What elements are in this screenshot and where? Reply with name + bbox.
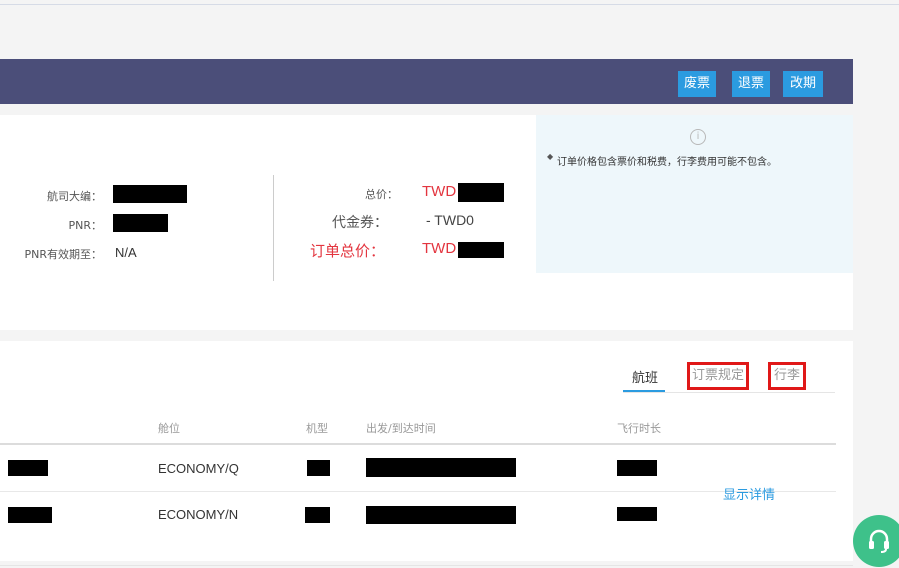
tab-baggage[interactable]: 行李 (768, 362, 807, 390)
column-header-aircraft: 机型 (306, 422, 328, 435)
price-notice-text: 订单价格包含票价和税费，行李费用可能不包含。 (557, 157, 777, 168)
tab-flight[interactable]: 航班 (632, 367, 658, 386)
duration-redacted (617, 460, 657, 476)
pnr-label: PNR： (68, 219, 102, 232)
table-header-divider (0, 443, 836, 445)
airline-pnr-value-redacted (113, 185, 187, 203)
info-divider (273, 175, 274, 281)
coupon-value: - TWD0 (426, 212, 474, 228)
pnr-value-redacted (113, 214, 168, 232)
row-divider (0, 491, 836, 492)
coupon-label: 代金券： (332, 215, 388, 231)
tabs-baseline (623, 392, 835, 393)
column-header-depart-arrive: 出发/到达时间 (366, 422, 436, 435)
column-header-duration: 飞行时长 (617, 422, 661, 435)
void-ticket-button[interactable]: 废票 (678, 71, 716, 97)
flight-number-redacted (8, 460, 48, 476)
tab-active-indicator (623, 390, 665, 392)
info-icon: i (690, 129, 706, 145)
times-redacted (366, 458, 516, 477)
airline-pnr-label: 航司大编： (47, 190, 102, 203)
top-divider (0, 4, 899, 5)
customer-support-button[interactable] (853, 515, 899, 567)
order-total-currency: TWD (422, 240, 457, 257)
aircraft-redacted (307, 460, 330, 476)
flight-number-redacted (8, 507, 52, 523)
total-price-currency: TWD (422, 183, 457, 200)
refund-ticket-button[interactable]: 退票 (732, 71, 770, 97)
pnr-expiry-label: PNR有效期至： (24, 248, 102, 261)
headset-icon (869, 529, 889, 553)
total-price-label: 总价： (365, 188, 398, 201)
panel-bottom-border (0, 565, 853, 566)
pnr-expiry-value: N/A (115, 245, 137, 260)
aircraft-redacted (305, 507, 330, 523)
duration-redacted (617, 507, 657, 521)
show-details-link[interactable]: 显示详情 (723, 484, 775, 503)
change-date-button[interactable]: 改期 (783, 71, 823, 97)
total-price-redacted (458, 183, 504, 202)
times-redacted (366, 506, 516, 524)
order-total-label: 订单总价： (310, 242, 386, 260)
column-header-cabin: 舱位 (158, 422, 180, 435)
cabin-class: ECONOMY/N (158, 507, 239, 522)
order-action-bar: 废票 退票 改期 (0, 59, 853, 104)
cabin-class: ECONOMY/Q (158, 461, 239, 476)
tab-booking-rules[interactable]: 订票规定 (687, 362, 750, 390)
bullet-icon: ◆ (547, 152, 554, 161)
order-total-redacted (458, 242, 504, 258)
